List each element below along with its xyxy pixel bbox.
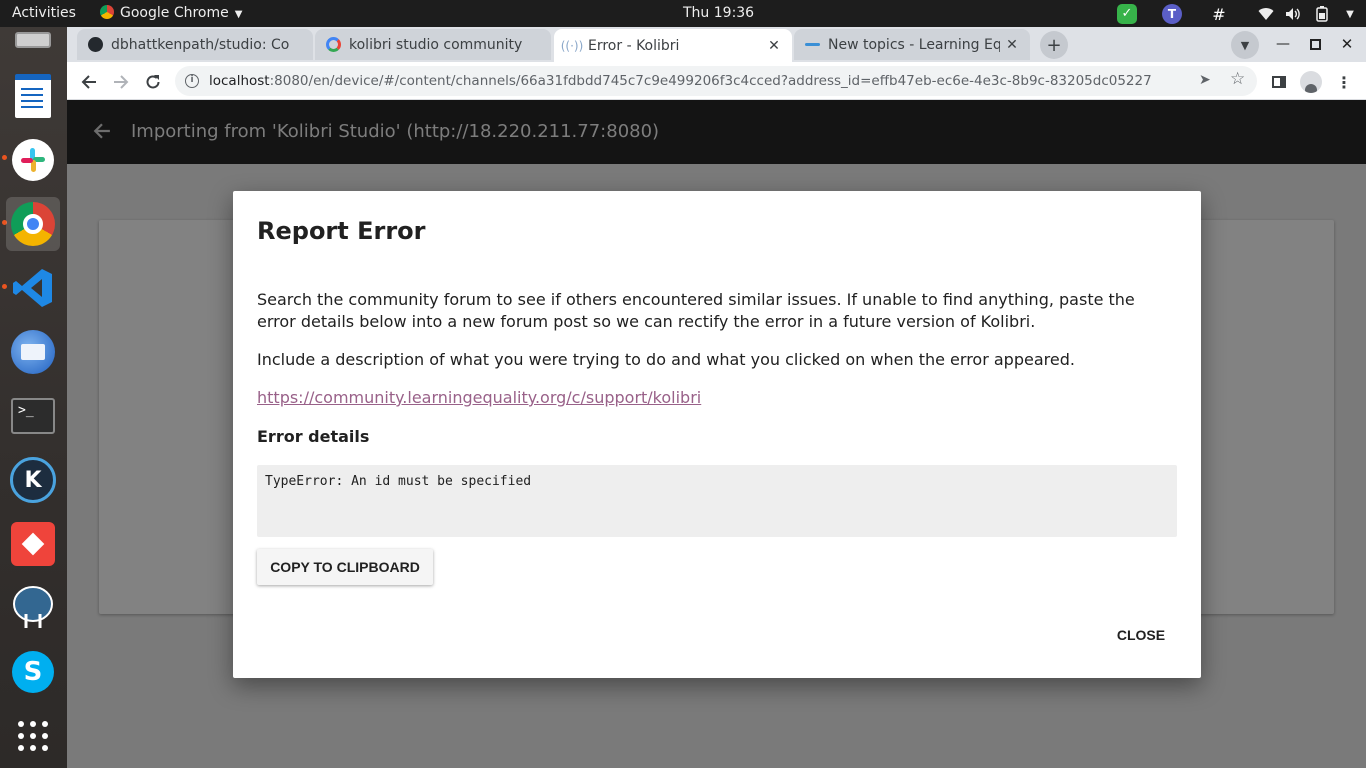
app-name: Google Chrome	[120, 5, 229, 21]
browser-toolbar: i localhost:8080/en/device/#/content/cha…	[67, 62, 1366, 100]
vscode-icon	[13, 269, 52, 307]
dock-thunderbird[interactable]	[6, 325, 60, 379]
maximize-button[interactable]	[1302, 31, 1328, 57]
dock-chrome[interactable]	[6, 197, 60, 251]
chevron-down-icon: ▼	[1240, 38, 1250, 52]
thunderbird-icon	[11, 330, 55, 374]
activities-button[interactable]: Activities	[12, 0, 76, 27]
page-content: Importing from 'Kolibri Studio' (http://…	[67, 100, 1366, 768]
report-error-dialog: Report Error Search the community forum …	[233, 191, 1201, 678]
new-tab-button[interactable]: +	[1040, 31, 1068, 59]
learning-equality-icon	[804, 37, 820, 53]
close-window-button[interactable]: ✕	[1334, 31, 1360, 57]
address-bar[interactable]: i localhost:8080/en/device/#/content/cha…	[175, 66, 1257, 96]
error-details-text: TypeError: An id must be specified	[265, 474, 532, 489]
minimize-button[interactable]: —	[1270, 31, 1296, 57]
error-details-heading: Error details	[257, 427, 370, 446]
close-button[interactable]: CLOSE	[1105, 617, 1177, 653]
system-menu-chevron-icon[interactable]: ▼	[1340, 4, 1360, 24]
writer-icon	[15, 74, 51, 118]
skype-icon: S	[12, 651, 54, 693]
close-icon: ✕	[1340, 35, 1354, 53]
app-bar-title: Importing from 'Kolibri Studio' (http://…	[131, 121, 660, 142]
dock-skype[interactable]: S	[6, 645, 60, 699]
kolibri-app-icon: K	[10, 457, 56, 503]
send-to-devices-icon[interactable]: ➤	[1199, 72, 1211, 88]
dialog-paragraph: Search the community forum to see if oth…	[257, 290, 1135, 331]
tab-title: kolibri studio community	[349, 36, 523, 53]
side-panel-button[interactable]	[1266, 69, 1292, 95]
dock-writer[interactable]	[6, 69, 60, 123]
tab-github[interactable]: dbhattkenpath/studio: Co	[77, 29, 313, 60]
google-icon	[325, 37, 341, 53]
dialog-title: Report Error	[257, 217, 426, 245]
community-forum-link[interactable]: https://community.learningequality.org/c…	[257, 388, 701, 407]
plus-icon: +	[1046, 34, 1062, 56]
chrome-icon	[100, 5, 114, 19]
teams-icon[interactable]: T	[1162, 4, 1182, 24]
tab-learning-equality[interactable]: New topics - Learning Equ ✕	[794, 29, 1030, 60]
back-arrow-icon[interactable]	[93, 122, 111, 144]
profile-button[interactable]	[1298, 69, 1324, 95]
clock[interactable]: Thu 19:36	[683, 0, 754, 27]
side-panel-icon	[1272, 76, 1286, 88]
back-button[interactable]	[76, 69, 102, 95]
postgres-icon	[13, 586, 53, 628]
reload-button[interactable]	[140, 69, 166, 95]
tab-title: Error - Kolibri	[588, 37, 680, 54]
dock-kolibri[interactable]: K	[6, 453, 60, 507]
chrome-icon	[11, 202, 55, 246]
url-text: localhost:8080/en/device/#/content/chann…	[209, 73, 1152, 89]
terminal-icon: >_	[11, 398, 55, 434]
slack-tray-icon[interactable]: #	[1209, 4, 1229, 24]
forward-button[interactable]	[108, 69, 134, 95]
anydesk-icon	[11, 522, 55, 566]
error-details-box[interactable]: TypeError: An id must be specified	[257, 465, 1177, 537]
drive-icon	[15, 32, 51, 48]
chrome-menu-button[interactable]: ⋮	[1331, 69, 1357, 95]
close-tab-icon[interactable]: ✕	[1004, 37, 1020, 53]
minimize-icon: —	[1276, 36, 1290, 52]
tab-google-search[interactable]: kolibri studio community	[315, 29, 551, 60]
dock-slack[interactable]	[6, 133, 60, 187]
avatar-icon	[1300, 71, 1322, 93]
app-grid-icon	[18, 721, 48, 751]
copy-to-clipboard-button[interactable]: COPY TO CLIPBOARD	[257, 549, 433, 585]
gnome-top-bar: Activities Google Chrome ▼ Thu 19:36 ✓ T …	[0, 0, 1366, 27]
forward-arrow-icon	[114, 75, 129, 89]
bookmark-star-icon[interactable]: ☆	[1230, 69, 1245, 89]
dock-postgres[interactable]	[6, 581, 60, 635]
app-bar: Importing from 'Kolibri Studio' (http://…	[67, 100, 1366, 164]
dialog-paragraph: Include a description of what you were t…	[257, 350, 1075, 369]
update-icon[interactable]: ✓	[1117, 4, 1137, 24]
battery-icon[interactable]	[1312, 4, 1332, 24]
tab-strip: dbhattkenpath/studio: Co kolibri studio …	[67, 27, 1366, 62]
dock-show-apps[interactable]	[6, 709, 60, 763]
chrome-window: dbhattkenpath/studio: Co kolibri studio …	[67, 27, 1366, 768]
dock-vscode[interactable]	[6, 261, 60, 315]
more-vert-icon: ⋮	[1336, 72, 1352, 92]
tab-title: dbhattkenpath/studio: Co	[111, 36, 290, 53]
tab-search-button[interactable]: ▼	[1231, 31, 1259, 59]
wifi-icon[interactable]	[1256, 4, 1276, 24]
dock: >_ K S	[0, 27, 67, 768]
chevron-down-icon: ▼	[234, 9, 243, 20]
dock-terminal[interactable]: >_	[6, 389, 60, 443]
restore-icon	[1309, 38, 1321, 50]
github-icon	[87, 37, 103, 53]
kolibri-icon: ((·))	[560, 38, 584, 53]
tab-title: New topics - Learning Equ	[828, 36, 1000, 53]
close-tab-icon[interactable]: ✕	[766, 38, 782, 54]
back-arrow-icon	[81, 75, 96, 89]
reload-icon	[146, 75, 160, 89]
site-info-icon[interactable]: i	[185, 74, 199, 88]
slack-icon	[12, 139, 54, 181]
volume-icon[interactable]	[1283, 4, 1303, 24]
app-menu[interactable]: Google Chrome ▼	[100, 0, 242, 27]
dock-anydesk[interactable]	[6, 517, 60, 571]
tab-error-kolibri[interactable]: ((·)) Error - Kolibri ✕	[554, 29, 792, 62]
dock-files[interactable]	[6, 27, 60, 53]
